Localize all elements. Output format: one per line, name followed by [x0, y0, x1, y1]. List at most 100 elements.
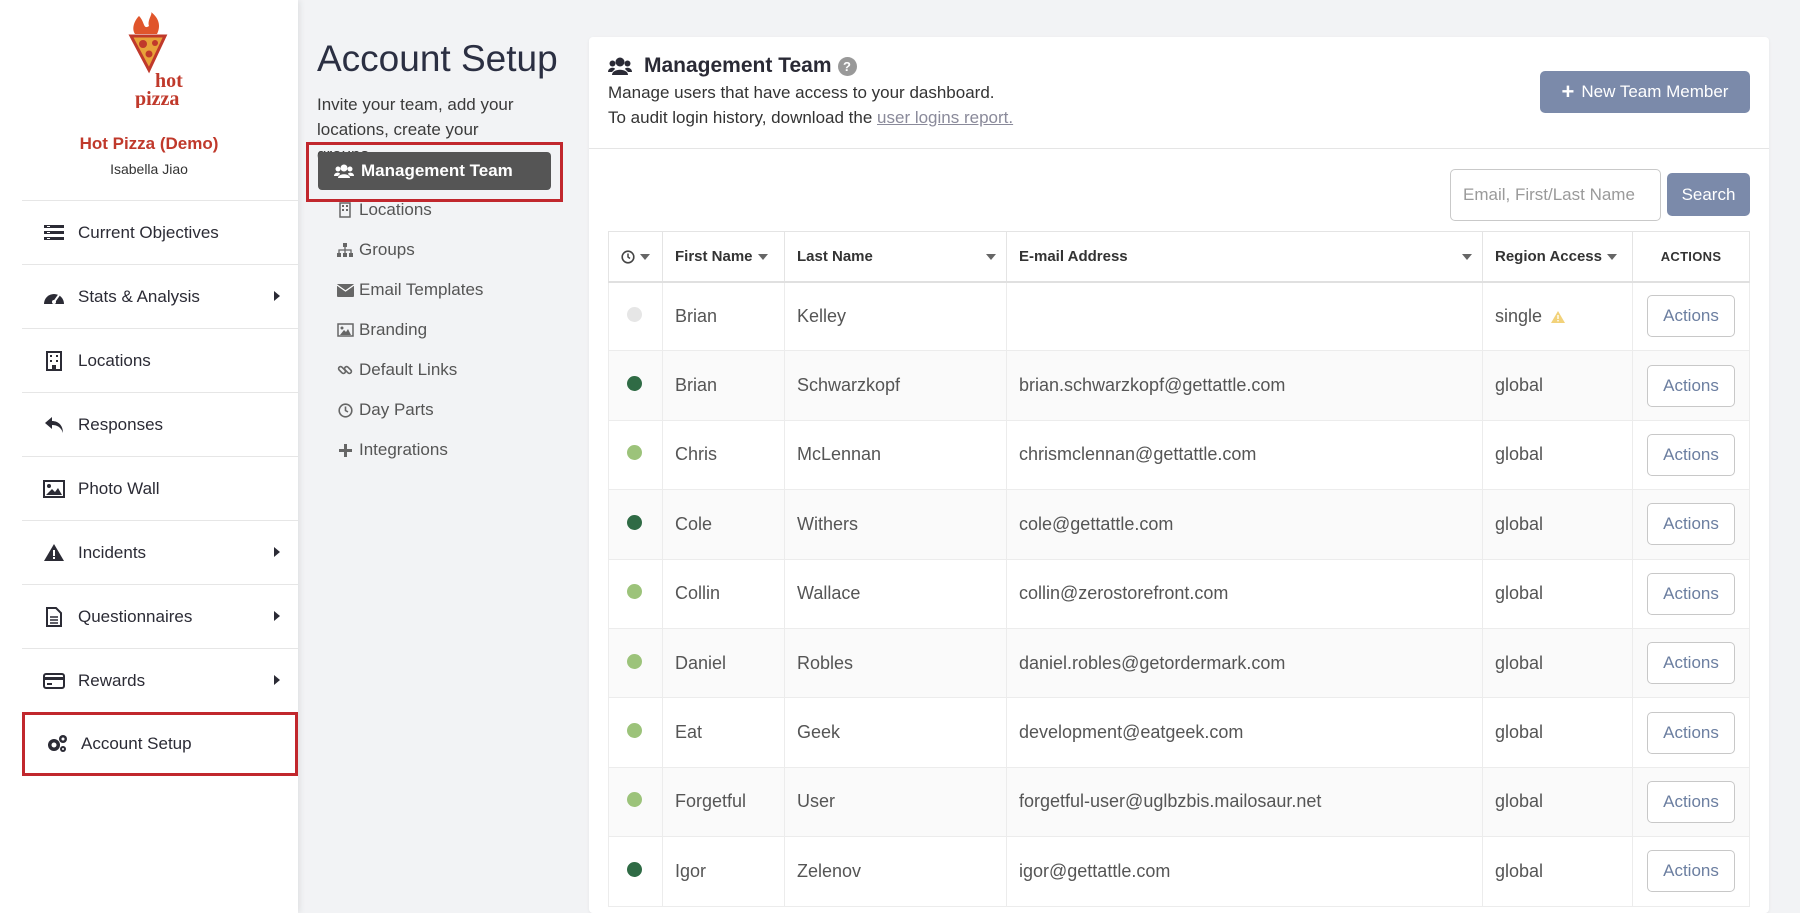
subnav-item-groups[interactable]: Groups: [336, 240, 415, 260]
row-actions-button[interactable]: Actions: [1647, 503, 1735, 546]
row-actions-button[interactable]: Actions: [1647, 572, 1735, 615]
sidebar-item-stats-analysis[interactable]: Stats & Analysis: [22, 264, 298, 328]
subnav-item-label: Locations: [359, 200, 432, 219]
subnav-item-label: Day Parts: [359, 400, 434, 419]
actions-cell: Actions: [1632, 697, 1750, 768]
status-dot: [627, 861, 642, 877]
hot-pizza-logo[interactable]: hot pizza: [125, 12, 193, 108]
subnav-item-day-parts[interactable]: Day Parts: [336, 400, 434, 420]
image-icon: [40, 479, 68, 498]
svg-text:pizza: pizza: [135, 88, 179, 108]
sidebar-item-label: Photo Wall: [78, 478, 160, 498]
sidebar: hot pizza Hot Pizza (Demo) Isabella Jiao…: [0, 0, 298, 913]
email-column-header[interactable]: E-mail Address: [1006, 231, 1483, 283]
region-value: global: [1495, 583, 1544, 604]
user-logins-report-link[interactable]: user logins report.: [877, 108, 1013, 127]
actions-cell: Actions: [1632, 419, 1750, 491]
subnav-item-email-templates[interactable]: Email Templates: [336, 280, 483, 300]
header-label: E-mail Address: [1019, 247, 1128, 265]
row-actions-button[interactable]: Actions: [1647, 850, 1735, 893]
sidebar-item-account-setup[interactable]: Account Setup: [22, 712, 298, 776]
sidebar-item-label: Questionnaires: [78, 606, 193, 626]
image-icon: [336, 323, 354, 337]
region-value: global: [1495, 791, 1544, 812]
last-name-cell: User: [784, 766, 1007, 838]
last-name-column-header[interactable]: Last Name: [784, 231, 1007, 283]
email-cell: collin@zerostorefront.com: [1006, 558, 1483, 629]
email-cell: cole@gettattle.com: [1006, 489, 1483, 560]
row-actions-button[interactable]: Actions: [1647, 780, 1735, 823]
row-actions-button[interactable]: Actions: [1647, 711, 1735, 754]
caret-right-icon: [274, 291, 280, 301]
region-access-cell: global: [1482, 627, 1633, 699]
table-row: Eat Geek development@eatgeek.com global Acti…: [608, 697, 1750, 768]
actions-cell: Actions: [1632, 350, 1750, 421]
new-team-member-label: New Team Member: [1581, 82, 1729, 101]
subnav-item-management-team[interactable]: Management Team: [318, 152, 551, 190]
row-actions-button[interactable]: Actions: [1647, 295, 1735, 338]
actions-cell: Actions: [1632, 836, 1750, 907]
table-header-row: First Name Last Name E-mail Address Regi…: [608, 231, 1750, 283]
header-label: Last Name: [797, 247, 873, 265]
subnav-item-default-links[interactable]: Default Links: [336, 360, 457, 380]
building-icon: [336, 202, 354, 218]
first-name-cell: Collin: [662, 558, 785, 629]
sidebar-item-locations[interactable]: Locations: [22, 328, 298, 392]
email-cell: daniel.robles@getordermark.com: [1006, 627, 1483, 699]
warning-icon: [40, 543, 68, 562]
new-team-member-button[interactable]: + New Team Member: [1540, 71, 1750, 113]
sidebar-item-questionnaires[interactable]: Questionnaires: [22, 584, 298, 648]
region-value: global: [1495, 444, 1544, 465]
table-row: Chris McLennan chrismclennan@gettattle.com…: [608, 419, 1750, 491]
sidebar-item-label: Current Objectives: [78, 222, 219, 242]
sidebar-item-label: Locations: [78, 350, 151, 370]
panel-audit-description: To audit login history, download the use…: [608, 108, 1013, 128]
sidebar-item-label: Rewards: [78, 670, 146, 690]
subnav-active-highlight: Management Team: [306, 142, 563, 202]
sidebar-item-photo-wall[interactable]: Photo Wall: [22, 456, 298, 520]
status-cell: [608, 280, 663, 352]
row-actions-button[interactable]: Actions: [1647, 433, 1735, 476]
subnav-item-branding[interactable]: Branding: [336, 320, 427, 340]
subnav-item-label: Groups: [359, 240, 415, 259]
region-access-cell: global: [1482, 836, 1633, 907]
status-cell: [608, 419, 663, 491]
status-cell: [608, 558, 663, 629]
sidebar-item-rewards[interactable]: Rewards: [22, 648, 298, 712]
subnav-item-locations[interactable]: Locations: [336, 200, 432, 220]
status-dot: [627, 792, 642, 808]
status-column-header[interactable]: [608, 231, 663, 283]
header-label: First Name: [675, 247, 753, 265]
panel-title: Management Team ?: [608, 54, 857, 78]
region-access-column-header[interactable]: Region Access: [1482, 231, 1633, 283]
region-value: global: [1495, 860, 1544, 881]
region-access-cell: single: [1482, 280, 1633, 352]
first-name-cell: Daniel: [662, 627, 785, 699]
cogs-icon: [43, 734, 71, 754]
sitemap-icon: [336, 243, 354, 257]
sort-caret-icon: [1462, 254, 1472, 260]
sidebar-item-current-objectives[interactable]: Current Objectives: [22, 200, 298, 264]
row-actions-button[interactable]: Actions: [1647, 642, 1735, 685]
sidebar-item-incidents[interactable]: Incidents: [22, 520, 298, 584]
search-button[interactable]: Search: [1667, 173, 1750, 216]
help-icon[interactable]: ?: [837, 56, 857, 76]
first-name-column-header[interactable]: First Name: [662, 231, 785, 283]
email-cell: [1006, 280, 1483, 352]
actions-column-header: ACTIONS: [1632, 231, 1750, 283]
sidebar-item-responses[interactable]: Responses: [22, 392, 298, 456]
first-name-cell: Chris: [662, 419, 785, 491]
first-name-cell: Cole: [662, 489, 785, 560]
actions-cell: Actions: [1632, 627, 1750, 699]
first-name-cell: Igor: [662, 836, 785, 907]
table-row: Collin Wallace collin@zerostorefront.com gl…: [608, 558, 1750, 629]
subnav-item-integrations[interactable]: Integrations: [336, 440, 448, 460]
region-access-cell: global: [1482, 558, 1633, 629]
email-cell: development@eatgeek.com: [1006, 697, 1483, 768]
search-input[interactable]: [1450, 169, 1661, 221]
plus-icon: [336, 443, 354, 457]
row-actions-button[interactable]: Actions: [1647, 364, 1735, 407]
caret-right-icon: [274, 547, 280, 557]
sidebar-nav: Current Objectives Stats & Analysis Loca…: [22, 200, 298, 776]
region-value: global: [1495, 722, 1544, 743]
